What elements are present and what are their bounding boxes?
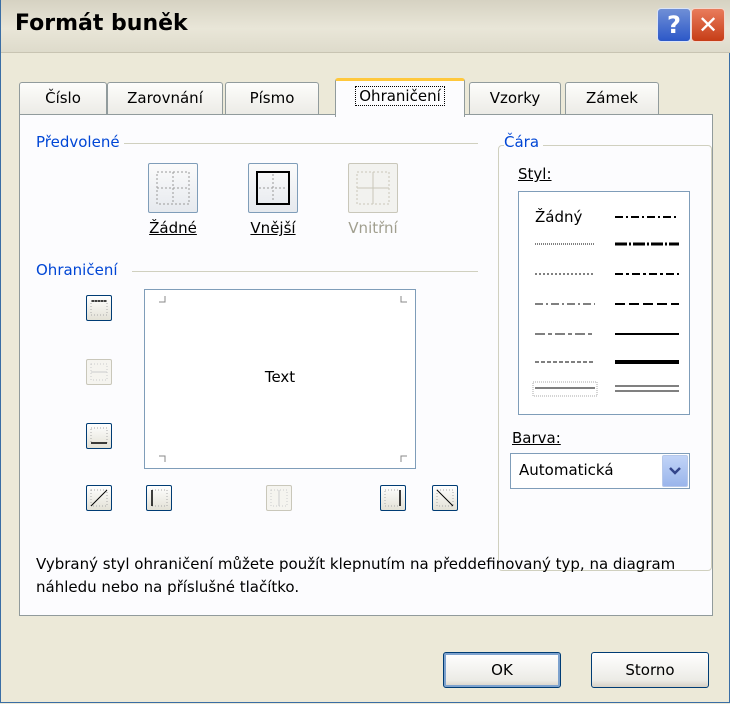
tab-font[interactable]: Písmo [225,82,319,114]
dropdown-button[interactable] [662,455,688,487]
border-top-button[interactable] [86,295,112,321]
cancel-button[interactable]: Storno [591,652,709,688]
dialog-window: Formát buněk ? ✕ Číslo Zarovnání Písmo O… [0,0,730,703]
border-group-label: Ohraničení [36,261,122,279]
border-inside-vertical-button[interactable] [266,485,292,511]
border-left-button[interactable] [146,485,172,511]
preview-text: Text [264,368,296,386]
line-color-select[interactable]: Automatická [510,453,690,489]
border-top-icon [90,300,108,316]
title-bar[interactable]: Formát buněk ? ✕ [1,0,730,53]
preset-none-button[interactable] [148,163,198,213]
color-label: Barva: [512,429,561,447]
tab-alignment[interactable]: Zarovnání [107,82,223,114]
dialog-title: Formát buněk [15,11,188,36]
preset-inside-icon [356,171,390,205]
instructions-text: Vybraný styl ohraničení můžete použít kl… [36,555,676,596]
presets-divider [124,143,478,144]
border-diagonal-down-icon [436,489,454,507]
preset-outline-icon [256,171,290,205]
style-label: Styl: [518,165,552,183]
preset-none-label: Žádné [149,219,197,237]
preset-outline-button[interactable] [248,163,298,213]
help-button[interactable]: ? [657,8,691,42]
line-style-list[interactable]: Žádný [518,191,690,415]
border-right-button[interactable] [380,485,406,511]
border-tab-panel: Předvolené Žádné Vnější Vnitřní Ohraniče… [19,114,713,616]
border-inside-horizontal-button[interactable] [86,359,112,385]
close-button[interactable]: ✕ [691,8,725,42]
preset-inside-button[interactable] [348,163,398,213]
presets-group-label: Předvolené [36,133,124,151]
border-diagonal-down-button[interactable] [432,485,458,511]
border-diagonal-up-icon [90,489,108,507]
line-style-samples [532,216,679,397]
border-right-icon [384,489,401,507]
tab-protection[interactable]: Zámek [565,82,659,114]
tab-border[interactable]: Ohraničení [335,78,465,117]
border-bottom-button[interactable] [86,423,112,449]
border-bottom-icon [90,427,108,444]
border-diagonal-up-button[interactable] [86,485,112,511]
tab-patterns[interactable]: Vzorky [469,82,561,114]
chevron-down-icon [669,467,681,475]
border-inside-vertical-icon [270,489,288,507]
border-left-icon [151,489,168,507]
border-inside-horizontal-icon [90,363,108,381]
close-icon: ✕ [697,11,719,39]
question-icon: ? [667,11,681,39]
ok-button[interactable]: OK [443,652,561,688]
border-divider [132,271,478,272]
preset-none-icon [156,171,190,205]
line-color-value: Automatická [519,461,614,479]
line-group-label: Čára [504,133,544,151]
border-preview-diagram[interactable]: Text [144,289,416,469]
preset-outline-label: Vnější [250,219,296,237]
tab-number[interactable]: Číslo [19,82,107,114]
preset-inside-label: Vnitřní [348,219,398,237]
